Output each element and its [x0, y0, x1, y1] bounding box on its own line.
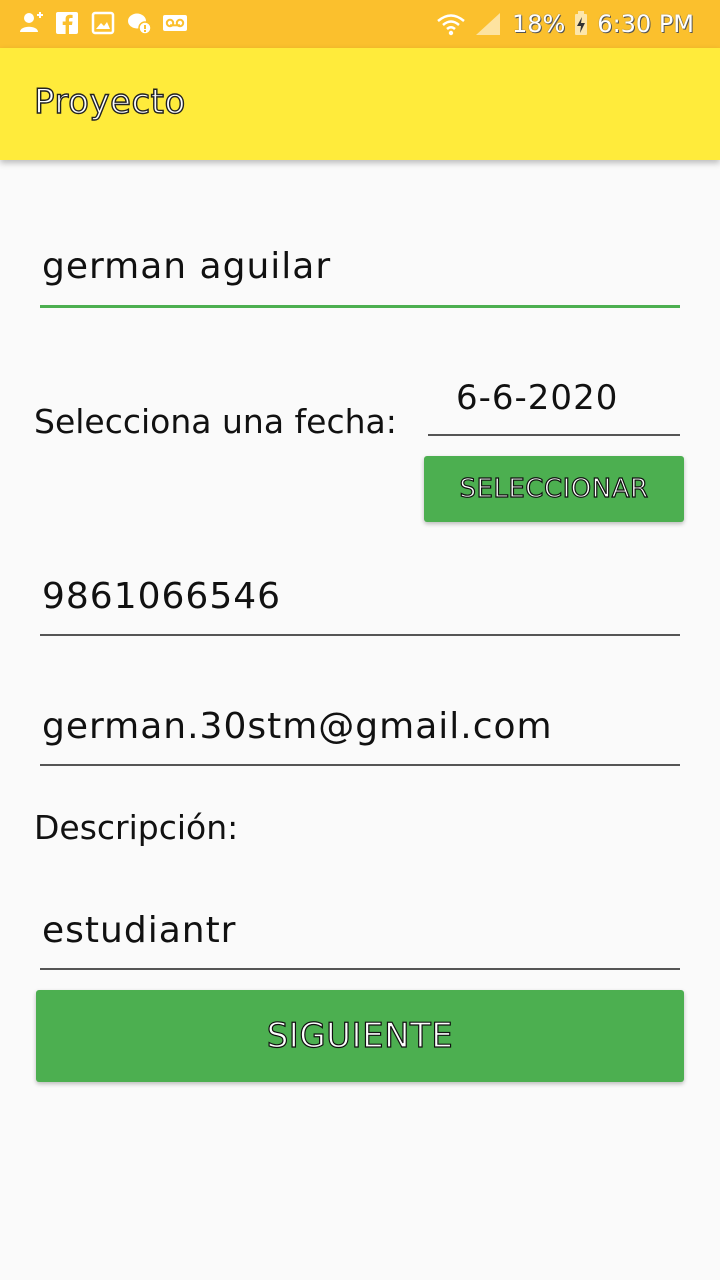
wifi-icon: [437, 14, 465, 36]
date-value: 6-6-2020: [456, 378, 619, 418]
gallery-icon: [91, 11, 115, 35]
description-label: Descripción:: [34, 808, 239, 847]
battery-percent: 18%: [511, 10, 566, 38]
phone-field[interactable]: [40, 576, 682, 636]
date-label: Selecciona una fecha:: [34, 402, 397, 441]
name-field[interactable]: [40, 246, 682, 308]
email-input[interactable]: [40, 706, 682, 747]
app-bar: Proyecto: [0, 48, 720, 160]
select-date-button[interactable]: SELECCIONAR: [424, 456, 684, 522]
voicemail-icon: [163, 15, 187, 31]
status-indicators: 18% 6:30 PM: [436, 0, 694, 48]
name-input[interactable]: [40, 246, 682, 287]
add-contact-icon: [20, 12, 43, 32]
next-button[interactable]: SIGUIENTE: [36, 990, 684, 1082]
notification-icons: [18, 10, 188, 36]
chat-icon: [128, 13, 152, 35]
description-field[interactable]: [40, 910, 682, 970]
phone-input[interactable]: [40, 576, 682, 617]
description-input[interactable]: [40, 910, 682, 951]
screen: 18% 6:30 PM Proyecto Selecciona una fech…: [0, 0, 720, 1280]
battery-charging-icon: [575, 11, 588, 35]
app-title: Proyecto: [33, 81, 186, 122]
clock: 6:30 PM: [597, 10, 694, 38]
signal-icon: [475, 13, 500, 35]
facebook-icon: [56, 12, 78, 35]
email-field[interactable]: [40, 706, 682, 766]
status-bar: 18% 6:30 PM: [0, 0, 720, 48]
date-field[interactable]: 6-6-2020: [428, 372, 680, 436]
